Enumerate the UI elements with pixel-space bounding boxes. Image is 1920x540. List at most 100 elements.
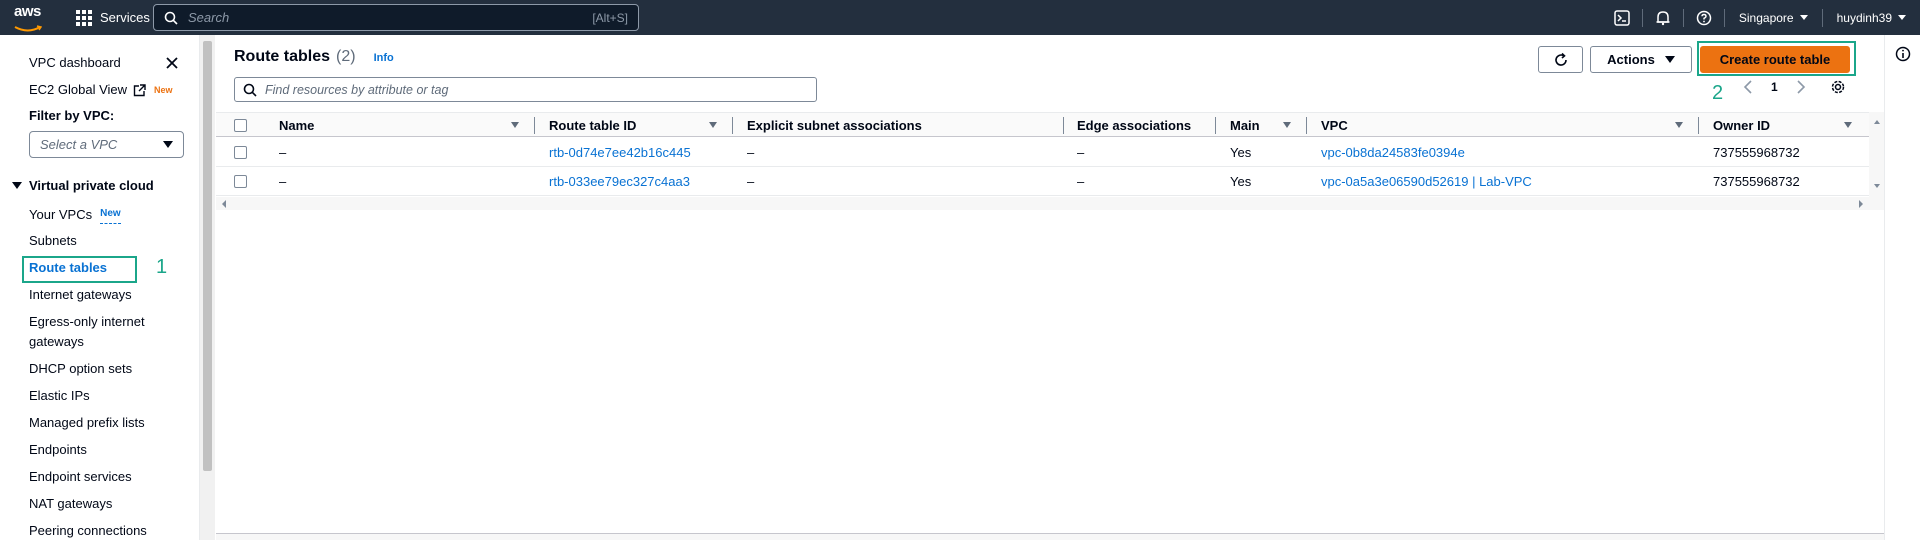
sidebar-item-your-vpcs[interactable]: Your VPCs New <box>29 205 121 224</box>
cloudshell-icon <box>1614 9 1630 26</box>
sort-icon[interactable] <box>1675 122 1683 128</box>
sort-icon[interactable] <box>1283 122 1291 128</box>
row-checkbox[interactable] <box>234 146 247 159</box>
split-panel-bar[interactable] <box>216 533 1884 540</box>
chevron-down-icon <box>1898 15 1906 20</box>
search-shortcut: [Alt+S] <box>592 10 628 25</box>
route-tables-container: Route tables (2) Info Actions Create rou… <box>216 35 1884 535</box>
main-content: Route tables (2) Info Actions Create rou… <box>216 35 1884 540</box>
account-username: huydinh39 <box>1836 10 1892 25</box>
notifications-button[interactable] <box>1643 0 1683 35</box>
scroll-up-icon[interactable] <box>1873 118 1881 126</box>
filter-placeholder: Find resources by attribute or tag <box>265 82 449 97</box>
cell-owner-id: 737555968732 <box>1713 174 1800 189</box>
annotation-step-2: 2 <box>1712 82 1724 104</box>
sidebar-item-internet-gateways[interactable]: Internet gateways <box>29 286 132 304</box>
caret-down-icon <box>163 141 173 148</box>
resource-count: (2) <box>336 48 356 65</box>
refresh-icon <box>1554 52 1567 66</box>
table-row[interactable]: – rtb-0d74e7ee42b16c445 – – Yes vpc-0b8d… <box>216 138 1869 167</box>
refresh-button[interactable] <box>1538 46 1583 73</box>
sidebar-scrollbar[interactable] <box>200 35 215 540</box>
cell-owner-id: 737555968732 <box>1713 145 1800 160</box>
sidebar-item-egress-only-internet-gateways[interactable]: Egress-only internet <box>29 313 145 331</box>
select-all-checkbox[interactable] <box>234 119 247 132</box>
scroll-down-icon[interactable] <box>1873 182 1881 190</box>
column-header-main[interactable]: Main <box>1230 118 1260 133</box>
cloudshell-button[interactable] <box>1602 0 1642 35</box>
table-row[interactable]: – rtb-033ee79ec327c4aa3 – – Yes vpc-0a5a… <box>216 167 1869 196</box>
scrollbar-thumb[interactable] <box>203 41 212 471</box>
cell-explicit-subnet-associations: – <box>747 145 755 160</box>
sidebar-item-managed-prefix-lists[interactable]: Managed prefix lists <box>29 414 145 432</box>
cell-name: – <box>279 174 287 189</box>
gear-icon[interactable] <box>1830 79 1846 95</box>
section-title: Virtual private cloud <box>29 178 154 193</box>
scroll-right-icon[interactable] <box>1857 199 1865 209</box>
cell-vpc[interactable]: vpc-0b8da24583fe0394e <box>1321 145 1465 160</box>
column-header-edge-associations[interactable]: Edge associations <box>1077 118 1191 133</box>
vpc-filter-select[interactable]: Select a VPC <box>29 131 184 158</box>
aws-smile-icon <box>14 25 43 32</box>
account-menu[interactable]: huydinh39 <box>1823 11 1920 25</box>
column-header-vpc[interactable]: VPC <box>1321 118 1348 133</box>
services-menu-button[interactable]: Services <box>76 0 150 35</box>
chevron-down-icon <box>1799 15 1808 20</box>
region-label: Singapore <box>1738 10 1794 25</box>
annotation-step-1: 1 <box>156 256 168 278</box>
sidebar-item-endpoints[interactable]: Endpoints <box>29 441 87 459</box>
sort-icon[interactable] <box>709 122 717 128</box>
pagination: 1 <box>1743 79 1846 95</box>
info-link[interactable]: Info <box>374 52 394 64</box>
column-header-name[interactable]: Name <box>279 118 314 133</box>
search-icon <box>164 11 178 25</box>
page-number[interactable]: 1 <box>1771 80 1778 94</box>
cell-vpc[interactable]: vpc-0a5a3e06590d52619 | Lab-VPC <box>1321 174 1532 189</box>
table-horizontal-scrollbar[interactable] <box>216 197 1869 210</box>
sort-icon[interactable] <box>511 122 519 128</box>
close-icon[interactable] <box>164 55 180 71</box>
sidebar-item-vpc-dashboard[interactable]: VPC dashboard <box>29 54 121 72</box>
sort-icon[interactable] <box>1844 122 1852 128</box>
row-checkbox[interactable] <box>234 175 247 188</box>
sidebar-item-label: Your VPCs <box>29 206 93 222</box>
column-header-route-table-id[interactable]: Route table ID <box>549 118 636 133</box>
search-placeholder: Search <box>188 10 230 25</box>
actions-dropdown-button[interactable]: Actions <box>1590 46 1692 73</box>
chevron-left-icon[interactable] <box>1743 80 1753 94</box>
sidebar-item-nat-gateways[interactable]: NAT gateways <box>29 495 112 513</box>
sidebar-item-peering-connections[interactable]: Peering connections <box>29 522 147 540</box>
chevron-right-icon[interactable] <box>1796 80 1806 94</box>
region-selector[interactable]: Singapore <box>1725 11 1822 25</box>
aws-logo[interactable]: aws <box>14 4 46 32</box>
search-icon <box>243 83 257 97</box>
sidebar-item-dhcp-option-sets[interactable]: DHCP option sets <box>29 360 132 378</box>
cell-main: Yes <box>1230 145 1252 160</box>
cell-route-table-id[interactable]: rtb-033ee79ec327c4aa3 <box>549 174 690 189</box>
search-input[interactable]: Search [Alt+S] <box>153 4 639 31</box>
cell-name: – <box>279 145 287 160</box>
right-tools-rail <box>1884 35 1920 540</box>
sidebar-item-ec2-global-view[interactable]: EC2 Global View New <box>29 81 173 99</box>
column-header-owner-id[interactable]: Owner ID <box>1713 118 1770 133</box>
sidebar-item-endpoint-services[interactable]: Endpoint services <box>29 468 132 486</box>
sidebar-item-elastic-ips[interactable]: Elastic IPs <box>29 387 90 405</box>
info-icon[interactable] <box>1895 46 1911 62</box>
page-title: Route tables (2) Info <box>234 48 394 66</box>
caret-down-icon <box>1664 56 1675 63</box>
section-virtual-private-cloud[interactable]: Virtual private cloud <box>12 178 154 193</box>
top-navigation-bar: aws Services Search [Alt+S] Singapore hu… <box>0 0 1920 35</box>
sidebar-item-subnets[interactable]: Subnets <box>29 232 77 250</box>
caret-down-icon <box>12 182 22 189</box>
scroll-left-icon[interactable] <box>220 199 228 209</box>
external-link-icon <box>133 83 146 96</box>
sidebar-item-egress-only-internet-gateways-line2[interactable]: gateways <box>29 333 84 351</box>
column-header-explicit-subnet-associations[interactable]: Explicit subnet associations <box>747 118 922 133</box>
cell-main: Yes <box>1230 174 1252 189</box>
annotation-highlight-create-button <box>1697 41 1856 76</box>
cell-route-table-id[interactable]: rtb-0d74e7ee42b16c445 <box>549 145 691 160</box>
cell-edge-associations: – <box>1077 145 1085 160</box>
table-vertical-scrollbar[interactable] <box>1869 112 1884 210</box>
help-button[interactable] <box>1684 0 1724 35</box>
filter-input[interactable]: Find resources by attribute or tag <box>234 77 817 102</box>
